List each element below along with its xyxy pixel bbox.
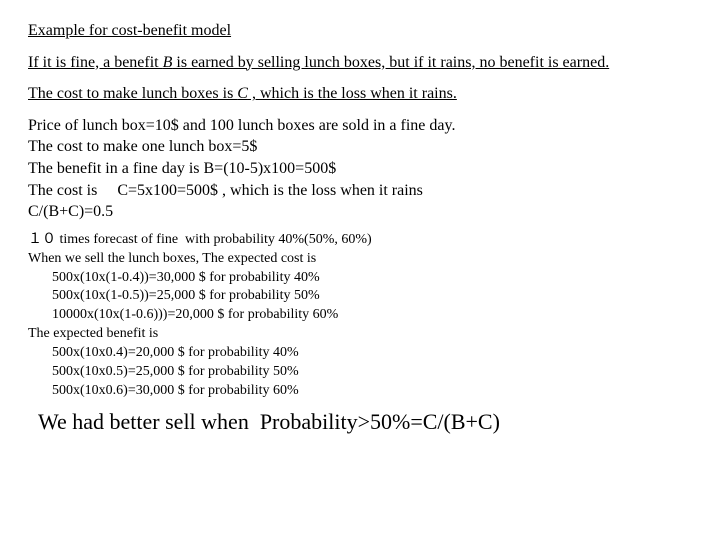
benefit-line: 500x(10x0.6)=30,000 $ for probability 60…	[28, 382, 692, 401]
text: １０ times forecast of fine with probabili…	[28, 232, 278, 247]
benefit-line: 500x(10x0.5)=25,000 $ for probability 50…	[28, 363, 692, 382]
page-title: Example for cost-benefit model	[28, 20, 692, 42]
text: 40%(	[278, 232, 308, 247]
text: 50%, 60%)	[309, 232, 372, 247]
variable-b: B	[163, 54, 173, 71]
text: is earned by selling lunch boxes, but if…	[172, 54, 609, 71]
conclusion: We had better sell when Probability>50%=…	[28, 407, 692, 437]
text: The cost to make lunch boxes is	[28, 85, 237, 102]
expected-cost-header: When we sell the lunch boxes, The expect…	[28, 250, 692, 269]
cost-line: 10000x(10x(1-0.6)))=20,000 $ for probabi…	[28, 306, 692, 325]
cost-line: 500x(10x(1-0.4))=30,000 $ for probabilit…	[28, 269, 692, 288]
setup-line: The cost is C=5x100=500$ , which is the …	[28, 180, 692, 202]
text: , which is the loss when it rains.	[248, 85, 457, 102]
cost-line: 500x(10x(1-0.5))=25,000 $ for probabilit…	[28, 287, 692, 306]
text: If it is fine, a benefit	[28, 54, 163, 71]
benefit-statement: If it is fine, a benefit B is earned by …	[28, 52, 692, 74]
benefit-line: 500x(10x0.4)=20,000 $ for probability 40…	[28, 344, 692, 363]
forecast-line: １０ times forecast of fine with probabili…	[28, 231, 692, 250]
setup-line: Price of lunch box=10$ and 100 lunch box…	[28, 115, 692, 137]
variable-c: C	[237, 85, 248, 102]
setup-line: The cost to make one lunch box=5$	[28, 136, 692, 158]
expected-benefit-header: The expected benefit is	[28, 325, 692, 344]
setup-line: The benefit in a fine day is B=(10-5)x10…	[28, 158, 692, 180]
cost-statement: The cost to make lunch boxes is C , whic…	[28, 83, 692, 105]
probability-block: １０ times forecast of fine with probabili…	[28, 231, 692, 401]
setup-block: Price of lunch box=10$ and 100 lunch box…	[28, 115, 692, 223]
setup-line: C/(B+C)=0.5	[28, 201, 692, 223]
